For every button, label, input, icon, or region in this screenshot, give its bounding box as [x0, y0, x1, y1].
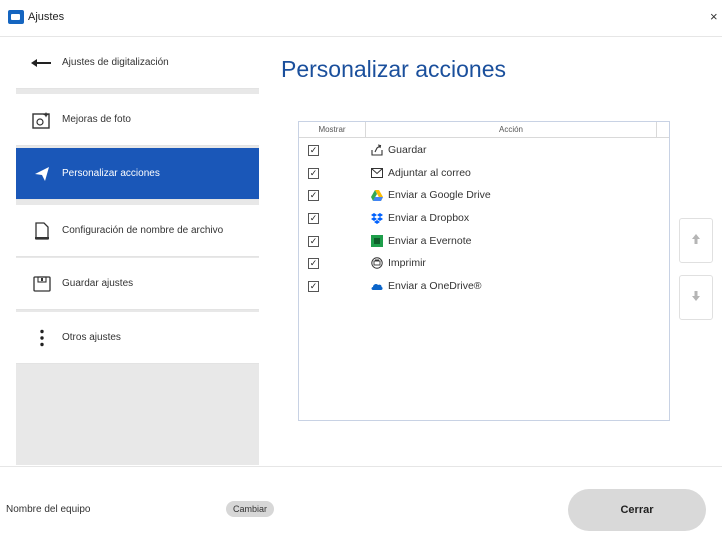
- list-header: Mostrar Acción: [299, 122, 669, 138]
- show-checkbox[interactable]: ✓: [308, 190, 319, 201]
- window-close-button[interactable]: ×: [710, 9, 718, 24]
- sidebar-item-label: Personalizar acciones: [62, 168, 160, 179]
- mail-icon: [371, 167, 383, 179]
- action-label: Guardar: [388, 144, 427, 156]
- sidebar-item-label: Mejoras de foto: [62, 114, 131, 125]
- google-drive-icon: [371, 189, 383, 201]
- evernote-icon: [371, 235, 383, 247]
- sidebar-item-label: Guardar ajustes: [62, 278, 134, 289]
- list-item[interactable]: ✓ Enviar a Google Drive: [299, 185, 669, 207]
- action-label: Adjuntar al correo: [388, 167, 471, 179]
- column-header-show[interactable]: Mostrar: [299, 122, 366, 137]
- list-item[interactable]: ✓ Guardar: [299, 140, 669, 162]
- send-icon: [16, 166, 62, 182]
- save-icon: [371, 144, 383, 156]
- page-title: Personalizar acciones: [281, 56, 507, 82]
- arrow-up-icon: [691, 232, 701, 250]
- sidebar-item-photo-enhancements[interactable]: Mejoras de foto: [16, 94, 259, 146]
- list-item[interactable]: ✓ Enviar a OneDrive®: [299, 276, 669, 298]
- show-checkbox[interactable]: ✓: [308, 145, 319, 156]
- show-checkbox[interactable]: ✓: [308, 236, 319, 247]
- vertical-dots-icon: [16, 329, 62, 347]
- show-checkbox[interactable]: ✓: [308, 213, 319, 224]
- change-button[interactable]: Cambiar: [226, 501, 274, 517]
- close-button[interactable]: Cerrar: [568, 489, 706, 531]
- sidebar-item-other-settings[interactable]: Otros ajustes: [16, 312, 259, 364]
- show-checkbox[interactable]: ✓: [308, 258, 319, 269]
- photo-enhance-icon: [16, 111, 62, 129]
- scan-arrow-icon: [16, 58, 62, 68]
- list-item[interactable]: ✓ Enviar a Dropbox: [299, 208, 669, 230]
- save-settings-icon: [16, 275, 62, 292]
- sidebar-item-label: Ajustes de digitalización: [62, 57, 169, 68]
- main-content: Personalizar acciones Mostrar Acción ✓ G…: [260, 37, 722, 465]
- action-label: Imprimir: [388, 257, 426, 269]
- sidebar-item-label: Configuración de nombre de archivo: [62, 225, 224, 236]
- sidebar: Ajustes de digitalización Mejoras de fot…: [16, 37, 259, 465]
- column-header-action[interactable]: Acción: [366, 122, 657, 137]
- actions-list: Mostrar Acción ✓ Guardar ✓ Adjuntar al c…: [298, 121, 670, 421]
- list-item[interactable]: ✓ Enviar a Evernote: [299, 231, 669, 253]
- document-icon: [16, 221, 62, 240]
- onedrive-icon: [371, 280, 383, 292]
- move-up-button[interactable]: [679, 218, 713, 263]
- action-label: Enviar a Evernote: [388, 235, 472, 247]
- dropbox-icon: [371, 212, 383, 224]
- arrow-down-icon: [691, 289, 701, 307]
- sidebar-item-file-name-settings[interactable]: Configuración de nombre de archivo: [16, 205, 259, 257]
- footer: Nombre del equipo Cambiar Cerrar: [0, 466, 722, 551]
- settings-window: Ajustes × Ajustes de digitalización Mejo…: [0, 0, 722, 551]
- list-item[interactable]: ✓ Imprimir: [299, 253, 669, 275]
- window-title: Ajustes: [28, 11, 65, 23]
- print-icon: [371, 257, 383, 269]
- show-checkbox[interactable]: ✓: [308, 281, 319, 292]
- sidebar-item-customize-actions[interactable]: Personalizar acciones: [16, 148, 259, 200]
- action-label: Enviar a OneDrive®: [388, 280, 482, 292]
- device-name-label: Nombre del equipo: [6, 504, 91, 515]
- action-label: Enviar a Dropbox: [388, 212, 470, 224]
- show-checkbox[interactable]: ✓: [308, 168, 319, 179]
- sidebar-item-save-settings[interactable]: Guardar ajustes: [16, 258, 259, 310]
- sidebar-item-scan-settings[interactable]: Ajustes de digitalización: [16, 37, 259, 89]
- title-bar: Ajustes ×: [0, 0, 722, 37]
- action-label: Enviar a Google Drive: [388, 189, 491, 201]
- move-down-button[interactable]: [679, 275, 713, 320]
- list-item[interactable]: ✓ Adjuntar al correo: [299, 163, 669, 185]
- sidebar-item-label: Otros ajustes: [62, 332, 121, 343]
- app-scanner-icon: [8, 10, 24, 24]
